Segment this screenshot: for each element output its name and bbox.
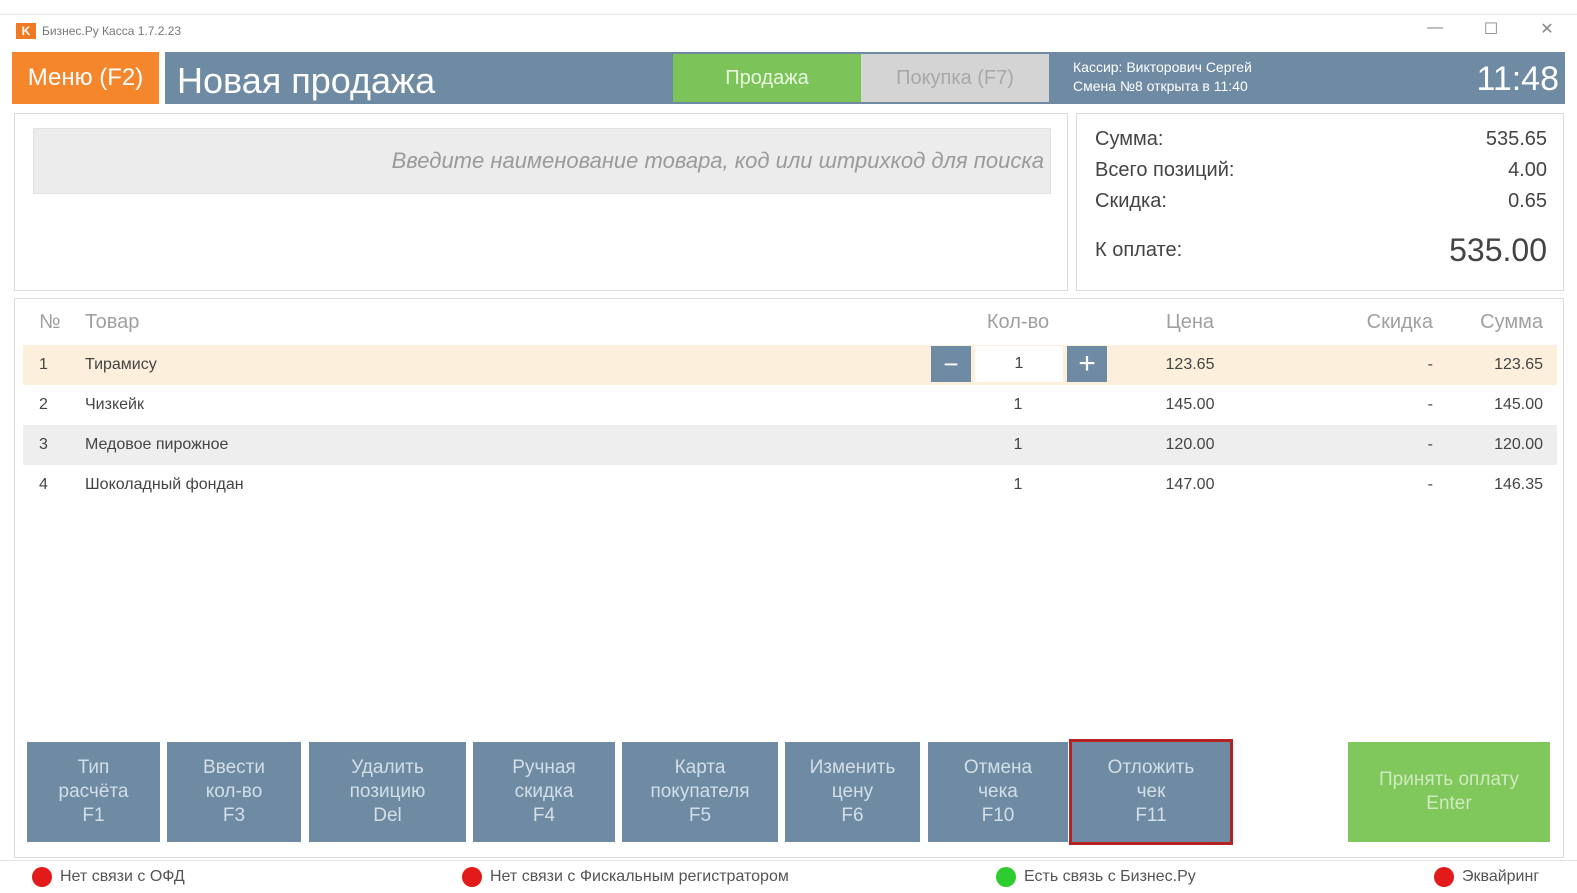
search-panel — [14, 113, 1068, 291]
table-row[interactable]: 4 Шоколадный фондан 1 147.00 - 146.35 — [23, 465, 1557, 505]
sum-label: Сумма: — [1095, 128, 1164, 150]
row-num: 4 — [39, 476, 48, 493]
row-name: Чизкейк — [85, 396, 144, 413]
status-acquiring-text: Эквайринг — [1462, 868, 1540, 885]
header-price: Цена — [1165, 311, 1215, 333]
window-title-bar: K Бизнес.Ру Касса 1.7.2.23 — ☐ ✕ — [0, 14, 1577, 46]
row-num: 3 — [39, 436, 48, 453]
search-input[interactable] — [33, 128, 1051, 194]
mode-purchase-tab[interactable]: Покупка (F7) — [861, 54, 1049, 102]
row-qty: 1 — [1013, 476, 1023, 493]
cashier-info: Кассир: Викторович Сергей Смена №8 откры… — [1073, 58, 1252, 96]
header-bar: Новая продажа Продажа Покупка (F7) Касси… — [165, 52, 1565, 104]
discount-row: Скидка: 0.65 — [1095, 190, 1547, 213]
row-name: Шоколадный фондан — [85, 476, 244, 493]
row-num: 1 — [39, 356, 48, 373]
status-ok-dot-icon — [996, 867, 1016, 887]
maximize-button[interactable]: ☐ — [1481, 19, 1501, 39]
row-discount: - — [1427, 436, 1433, 453]
table-row[interactable]: 2 Чизкейк 1 145.00 - 145.00 — [23, 385, 1557, 425]
accept-payment-button[interactable]: Принять оплату Enter — [1348, 742, 1550, 842]
close-button[interactable]: ✕ — [1537, 19, 1557, 39]
row-sum: 145.00 — [1494, 396, 1543, 413]
row-qty: 1 — [1013, 436, 1023, 453]
table-row[interactable]: 1 Тирамису − + 123.65 - 123.65 — [23, 345, 1557, 385]
cashier-name: Кассир: Викторович Сергей — [1073, 59, 1252, 75]
cancel-receipt-button[interactable]: Отмена чека F10 — [928, 742, 1068, 842]
positions-label: Всего позиций: — [1095, 159, 1235, 181]
app-logo-icon: K — [16, 22, 36, 39]
qty-increase-button[interactable]: + — [1067, 346, 1107, 382]
header: Меню (F2) Новая продажа Продажа Покупка … — [12, 52, 1565, 104]
minimize-button[interactable]: — — [1425, 19, 1445, 39]
positions-value: 4.00 — [1508, 159, 1547, 181]
status-bizru: Есть связь с Бизнес.Ру — [996, 867, 1196, 887]
row-qty: 1 — [1013, 396, 1023, 413]
status-error-dot-icon — [32, 867, 52, 887]
manual-discount-button[interactable]: Ручная скидка F4 — [473, 742, 615, 842]
header-sum: Сумма — [1480, 311, 1543, 333]
clock: 11:48 — [1476, 60, 1559, 98]
enter-qty-button[interactable]: Ввести кол-во F3 — [167, 742, 301, 842]
page-title: Новая продажа — [177, 60, 436, 101]
to-pay-row: К оплате: 535.00 — [1095, 232, 1547, 269]
row-sum: 120.00 — [1494, 436, 1543, 453]
postpone-receipt-button[interactable]: Отложить чек F11 — [1069, 739, 1233, 845]
row-discount: - — [1427, 476, 1433, 493]
row-name: Тирамису — [85, 356, 157, 373]
mode-sale-tab[interactable]: Продажа — [673, 54, 861, 102]
header-num: № — [39, 311, 61, 333]
sum-value: 535.65 — [1485, 128, 1547, 150]
status-fiscal: Нет связи с Фискальным регистратором — [462, 867, 789, 887]
row-price: 120.00 — [1165, 436, 1215, 453]
row-sum: 123.65 — [1494, 356, 1543, 373]
table-header: № Товар Кол-во Цена Скидка Сумма — [23, 311, 1557, 341]
row-price: 145.00 — [1165, 396, 1215, 413]
menu-button[interactable]: Меню (F2) — [12, 52, 159, 104]
row-discount: - — [1427, 396, 1433, 413]
window-title: Бизнес.Ру Касса 1.7.2.23 — [42, 23, 182, 38]
header-name: Товар — [85, 311, 140, 333]
status-acquiring: Эквайринг — [1434, 867, 1539, 887]
row-price: 147.00 — [1165, 476, 1215, 493]
row-price: 123.65 — [1165, 356, 1215, 373]
discount-label: Скидка: — [1095, 190, 1167, 212]
payment-type-button[interactable]: Тип расчёта F1 — [27, 742, 160, 842]
qty-input[interactable] — [975, 346, 1063, 382]
discount-value: 0.65 — [1508, 190, 1547, 212]
status-fiscal-text: Нет связи с Фискальным регистратором — [490, 868, 789, 885]
sum-row: Сумма: 535.65 — [1095, 128, 1547, 151]
qty-decrease-button[interactable]: − — [931, 346, 971, 382]
status-ofd: Нет связи с ОФД — [32, 867, 185, 887]
row-discount: - — [1427, 356, 1433, 373]
shift-info: Смена №8 открыта в 11:40 — [1073, 78, 1248, 94]
table-row[interactable]: 3 Медовое пирожное 1 120.00 - 120.00 — [23, 425, 1557, 465]
status-bizru-text: Есть связь с Бизнес.Ру — [1024, 868, 1196, 885]
header-qty: Кол-во — [986, 311, 1050, 333]
delete-position-button[interactable]: Удалить позицию Del — [309, 742, 466, 842]
header-discount: Скидка — [1366, 311, 1433, 333]
status-ofd-text: Нет связи с ОФД — [60, 868, 185, 885]
row-num: 2 — [39, 396, 48, 413]
status-bar: Нет связи с ОФД Нет связи с Фискальным р… — [0, 860, 1577, 893]
summary-panel: Сумма: 535.65 Всего позиций: 4.00 Скидка… — [1076, 113, 1564, 291]
status-error-dot-icon — [1434, 867, 1454, 887]
status-error-dot-icon — [462, 867, 482, 887]
customer-card-button[interactable]: Карта покупателя F5 — [622, 742, 778, 842]
change-price-button[interactable]: Изменить цену F6 — [785, 742, 920, 842]
to-pay-label: К оплате: — [1095, 239, 1183, 261]
to-pay-value: 535.00 — [1449, 232, 1547, 268]
row-name: Медовое пирожное — [85, 436, 229, 453]
row-sum: 146.35 — [1494, 476, 1543, 493]
positions-row: Всего позиций: 4.00 — [1095, 159, 1547, 182]
